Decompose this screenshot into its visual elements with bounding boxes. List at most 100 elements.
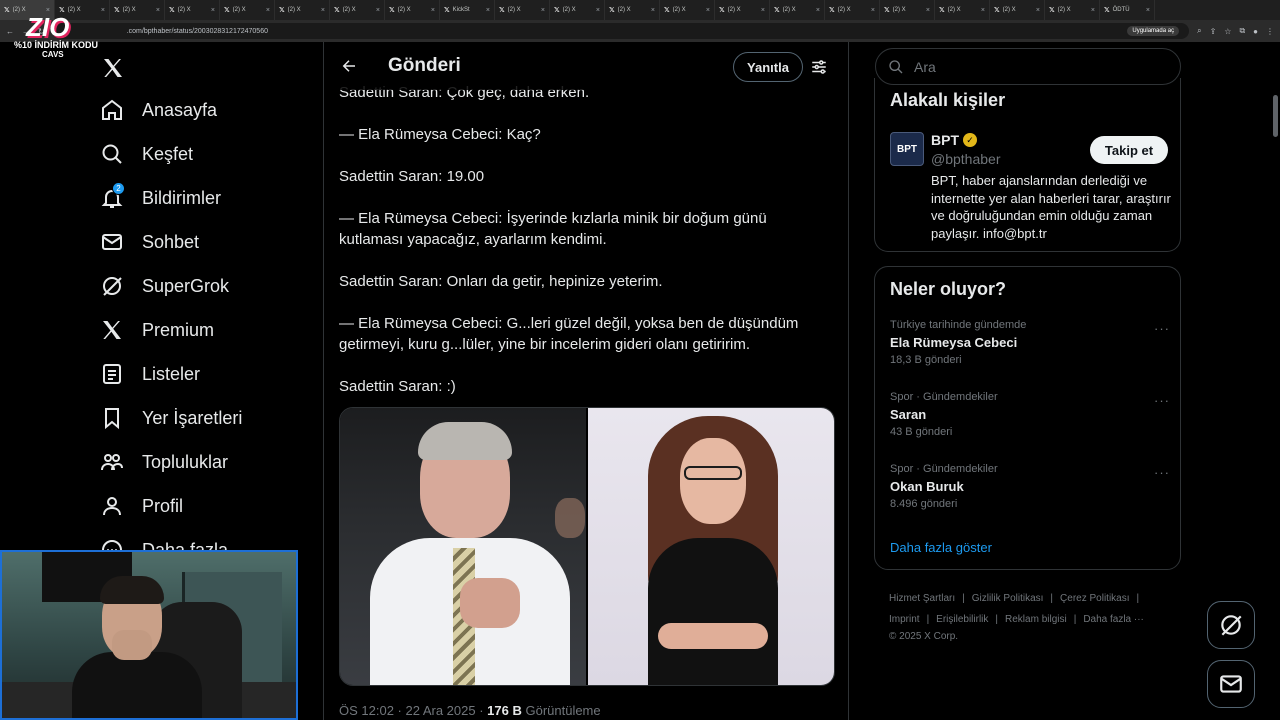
browser-tab[interactable]: 𝕏 (2) X ×	[660, 0, 715, 20]
footer-link[interactable]: Gizlilik Politikası	[972, 593, 1044, 604]
tab-close-icon[interactable]: ×	[1146, 7, 1150, 14]
tab-close-icon[interactable]: ×	[596, 7, 600, 14]
tab-close-icon[interactable]: ×	[211, 7, 215, 14]
tab-close-icon[interactable]: ×	[321, 7, 325, 14]
tab-close-icon[interactable]: ×	[431, 7, 435, 14]
avatar[interactable]: BPT	[890, 132, 924, 166]
url-field[interactable]: .com/bpthaber/status/2003028312172470560…	[52, 23, 1190, 39]
browser-tab[interactable]: 𝕏 (2) X ×	[770, 0, 825, 20]
media-image-left[interactable]	[340, 408, 588, 685]
tab-close-icon[interactable]: ×	[156, 7, 160, 14]
filter-button[interactable]	[807, 55, 831, 79]
post-paragraph: Sadettin Saran: :)	[339, 378, 456, 395]
nav-item[interactable]: Keşfet	[88, 132, 318, 176]
menu-icon[interactable]: ⋮	[1266, 27, 1274, 36]
zoom-icon[interactable]: ⌕	[1197, 26, 1201, 36]
browser-tab[interactable]: 𝕏 (2) X ×	[165, 0, 220, 20]
browser-tab[interactable]: 𝕏 (2) X ×	[880, 0, 935, 20]
browser-tab[interactable]: 𝕏 (2) X ×	[330, 0, 385, 20]
profile-icon[interactable]: ●	[1253, 27, 1258, 36]
related-person-handle[interactable]: @bpthaber	[931, 151, 1000, 167]
nav-item-label: Topluluklar	[142, 451, 229, 472]
tab-close-icon[interactable]: ×	[1091, 7, 1095, 14]
more-options-icon[interactable]: ···	[1154, 393, 1170, 408]
browser-tab[interactable]: 𝕏 KickSt ×	[440, 0, 495, 20]
show-more-link[interactable]: Daha fazla göster	[890, 540, 992, 555]
post-paragraph: — Ela Rümeysa Cebeci: Kaç?	[339, 126, 541, 143]
tab-close-icon[interactable]: ×	[541, 7, 545, 14]
footer-link[interactable]: Erişilebilirlik	[936, 614, 988, 625]
tab-close-icon[interactable]: ×	[761, 7, 765, 14]
tab-close-icon[interactable]: ×	[376, 7, 380, 14]
tab-close-icon[interactable]: ×	[101, 7, 105, 14]
post-timestamp[interactable]: ÖS 12:02 · 22 Ara 2025 ·	[339, 703, 487, 718]
tab-close-icon[interactable]: ×	[1036, 7, 1040, 14]
grok-fab-button[interactable]	[1207, 601, 1255, 649]
browser-tab[interactable]: 𝕏 (2) X ×	[605, 0, 660, 20]
tab-favicon-icon: 𝕏	[609, 7, 615, 14]
media-image-right[interactable]	[588, 408, 834, 685]
browser-tab[interactable]: 𝕏 (2) X ×	[275, 0, 330, 20]
tab-label: (2) X	[892, 7, 906, 13]
more-options-icon[interactable]: ···	[1154, 465, 1170, 480]
nav-item[interactable]: Topluluklar	[88, 440, 318, 484]
reply-button[interactable]: Yanıtla	[733, 52, 803, 82]
trend-item[interactable]: Spor · Gündemdekiler Okan Buruk 8.496 gönd…	[890, 463, 1170, 510]
back-button[interactable]	[332, 49, 366, 83]
tab-favicon-icon: 𝕏	[664, 7, 670, 14]
tab-close-icon[interactable]: ×	[266, 7, 270, 14]
browser-tab[interactable]: 𝕏 (2) X ×	[990, 0, 1045, 20]
share-icon[interactable]: ⇪	[1210, 27, 1217, 36]
browser-tab[interactable]: 𝕏 (2) X ×	[385, 0, 440, 20]
browser-tab[interactable]: 𝕏 (2) X ×	[495, 0, 550, 20]
browser-tab[interactable]: 𝕏 (2) X ×	[935, 0, 990, 20]
star-icon[interactable]: ☆	[1224, 27, 1231, 36]
nav-item[interactable]: Sohbet	[88, 220, 318, 264]
tab-close-icon[interactable]: ×	[816, 7, 820, 14]
nav-item-label: Yer İşaretleri	[142, 407, 243, 428]
nav-item[interactable]: 2 Bildirimler	[88, 176, 318, 220]
tab-close-icon[interactable]: ×	[981, 7, 985, 14]
browser-tab[interactable]: 𝕏 ÖDTÜ ×	[1100, 0, 1155, 20]
browser-tab[interactable]: 𝕏 (2) X ×	[715, 0, 770, 20]
browser-tab[interactable]: 𝕏 (2) X ×	[550, 0, 605, 20]
browser-tab[interactable]: 𝕏 (2) X ×	[1045, 0, 1100, 20]
nav-item[interactable]: Anasayfa	[88, 88, 318, 132]
nav-item[interactable]: SuperGrok	[88, 264, 318, 308]
footer-link[interactable]: Imprint	[889, 614, 920, 625]
tab-close-icon[interactable]: ×	[706, 7, 710, 14]
browser-tab[interactable]: 𝕏 (2) X ×	[825, 0, 880, 20]
tab-close-icon[interactable]: ×	[651, 7, 655, 14]
messages-fab-button[interactable]	[1207, 660, 1255, 708]
tab-close-icon[interactable]: ×	[486, 7, 490, 14]
verified-badge-icon: ✓	[963, 133, 977, 147]
back-icon[interactable]: ←	[6, 27, 14, 36]
follow-button[interactable]: Takip et	[1090, 136, 1168, 164]
more-options-icon[interactable]: ···	[1154, 321, 1170, 336]
tab-close-icon[interactable]: ×	[926, 7, 930, 14]
extensions-icon[interactable]: ⧉	[1239, 26, 1245, 36]
nav-item[interactable]: Profil	[88, 484, 318, 528]
open-in-app-chip[interactable]: Uygulamada aç	[1127, 26, 1180, 36]
nav-item[interactable]: Listeler	[88, 352, 318, 396]
tab-favicon-icon: 𝕏	[4, 7, 10, 14]
trend-item[interactable]: Türkiye tarihinde gündemde Ela Rümeysa Ce…	[890, 319, 1170, 366]
trend-count: 18,3 B gönderi	[890, 354, 962, 366]
nav-item[interactable]: Yer İşaretleri	[88, 396, 318, 440]
nav-item[interactable]: Premium	[88, 308, 318, 352]
footer-link[interactable]: Daha fazla ···	[1083, 614, 1144, 625]
trend-item[interactable]: Spor · Gündemdekiler Saran 43 B gönderi ···	[890, 391, 1170, 438]
browser-tab[interactable]: 𝕏 (2) X ×	[110, 0, 165, 20]
url-text: .com/bpthaber/status/2003028312172470560	[126, 27, 268, 35]
tab-close-icon[interactable]: ×	[871, 7, 875, 14]
page-scrollbar[interactable]	[1273, 95, 1278, 137]
view-count: 176 B	[487, 703, 522, 718]
browser-tab[interactable]: 𝕏 (2) X ×	[220, 0, 275, 20]
footer-link[interactable]: Reklam bilgisi	[1005, 614, 1067, 625]
related-person-name-row[interactable]: BPT ✓	[931, 132, 977, 148]
footer-link[interactable]: Hizmet Şartları	[889, 593, 955, 604]
footer-link[interactable]: Çerez Politikası	[1060, 593, 1129, 604]
post-media[interactable]	[339, 407, 835, 686]
tab-label: (2) X	[397, 7, 411, 13]
tab-favicon-icon: 𝕏	[884, 7, 890, 14]
